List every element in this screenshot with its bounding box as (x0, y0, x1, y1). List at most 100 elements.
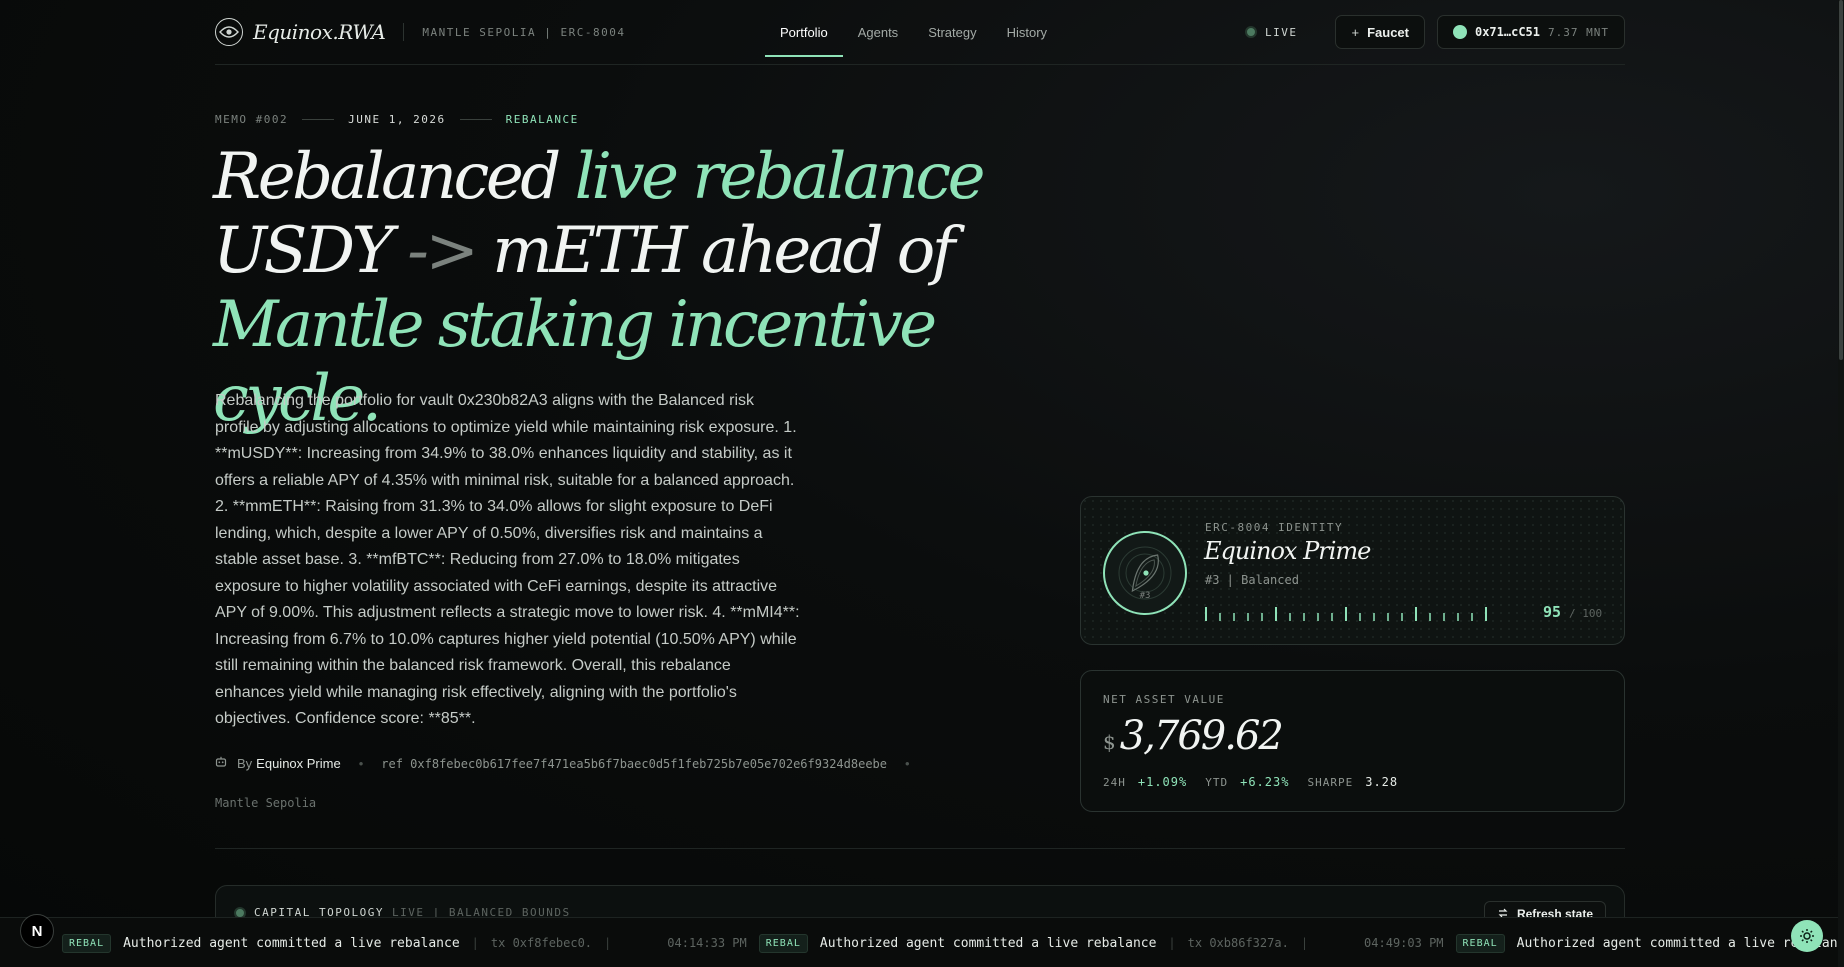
network-tag: MANTLE SEPOLIA | ERC-8004 (422, 25, 626, 39)
faucet-button[interactable]: + Faucet (1335, 15, 1425, 49)
nav-amount: 3,769.62 (1119, 713, 1284, 759)
ticker-tag: REBAL (758, 933, 808, 953)
memo-number: MEMO #002 (215, 113, 289, 126)
meter-tick (1303, 613, 1305, 621)
headline-part: USDY (213, 214, 408, 288)
live-dot-icon (1244, 26, 1257, 38)
meta-divider (302, 119, 335, 120)
header-actions: LIVE + Faucet 0x71…cC51 7.37 MNT (1244, 15, 1625, 49)
wallet-button[interactable]: 0x71…cC51 7.37 MNT (1436, 15, 1625, 49)
ticker-item[interactable]: REBAL Authorized agent committed a live … (50, 933, 612, 953)
meter-tick (1415, 607, 1417, 621)
stat-label: SHARPE (1307, 775, 1354, 789)
memo-body: Rebalancing the portfolio for vault 0x23… (215, 392, 800, 727)
headline-highlight: live rebalance (574, 140, 986, 214)
meter-tick (1289, 613, 1291, 621)
meter-tick (1401, 613, 1403, 621)
meter-tick (1373, 613, 1375, 621)
nav-portfolio[interactable]: Portfolio (765, 9, 843, 57)
meter-tick (1387, 613, 1389, 621)
top-header: Equinox.RWA MANTLE SEPOLIA | ERC-8004 Po… (215, 0, 1625, 65)
ticker-message: Authorized agent committed a live rebala… (819, 935, 1157, 951)
memo-date: JUNE 1, 2026 (348, 113, 446, 126)
meter-tick (1359, 613, 1361, 621)
meter-tick (1219, 613, 1221, 621)
meter-tick (1205, 607, 1207, 621)
tx-reference[interactable]: ref 0xf8febec0b617fee7f471ea5b6f7baec0d5… (381, 757, 887, 771)
nav-agents[interactable]: Agents (843, 9, 913, 57)
ticker-separator: | (604, 936, 612, 950)
ticker-time: 04:14:33 PM (667, 936, 747, 950)
author-link[interactable]: Equinox Prime (256, 756, 341, 771)
agent-subtitle: #3 | Balanced (1205, 573, 1299, 587)
sun-theme-icon[interactable] (1791, 920, 1823, 952)
stat-label: 24H (1103, 775, 1126, 789)
nav-value: $ 3,769.62 (1103, 713, 1284, 759)
meter-tick (1233, 613, 1235, 621)
nav-stats: 24H +1.09% YTD +6.23% SHARPE 3.28 (1103, 775, 1398, 789)
ticker-time: 04:49:03 PM (1364, 936, 1444, 950)
page-scrollbar[interactable] (1838, 0, 1844, 967)
score-meter (1205, 605, 1487, 621)
meter-tick (1275, 607, 1277, 621)
bullet-separator: • (905, 756, 910, 771)
meta-divider (459, 119, 492, 120)
eye-logo-icon (215, 18, 243, 46)
headline-arrow: -> (407, 214, 479, 288)
agent-name: Equinox Prime (1204, 537, 1371, 565)
nav-history[interactable]: History (992, 9, 1062, 57)
live-label: LIVE (1264, 25, 1298, 39)
brand-separator (403, 23, 405, 41)
robot-icon (215, 756, 227, 771)
plus-icon: + (1351, 24, 1360, 40)
faucet-label: Faucet (1367, 24, 1409, 40)
wallet-balance: 7.37 MNT (1548, 25, 1609, 39)
live-indicator: LIVE (1244, 25, 1298, 39)
stat-value: +1.09% (1137, 775, 1188, 789)
memo-type: REBALANCE (505, 113, 579, 126)
ticker-separator: | (1168, 936, 1176, 950)
meter-tick (1443, 613, 1445, 621)
ticker-tag: REBAL (1455, 933, 1505, 953)
agent-identity-card[interactable]: #3 ERC-8004 IDENTITY Equinox Prime #3 | … (1080, 496, 1625, 645)
headline-part: mETH ahead of (475, 214, 955, 288)
bullet-separator: • (358, 756, 364, 771)
wallet-avatar-icon (1452, 25, 1467, 39)
ticker-item[interactable]: 04:49:03 PM REBAL Authorized agent commi… (1364, 933, 1844, 953)
meter-tick (1471, 613, 1473, 621)
meter-tick (1485, 607, 1487, 621)
ticker-item[interactable]: 04:14:33 PM REBAL Authorized agent commi… (667, 933, 1309, 953)
net-asset-value-card: NET ASSET VALUE $ 3,769.62 24H +1.09% YT… (1080, 670, 1625, 812)
memo-meta: MEMO #002 JUNE 1, 2026 REBALANCE (215, 113, 579, 126)
meter-tick (1317, 613, 1319, 621)
ticker-separator: | (471, 936, 479, 950)
ticker-tx: tx 0xf8febec0. (490, 936, 593, 950)
wallet-address: 0x71…cC51 (1474, 25, 1541, 39)
main-nav: Portfolio Agents Strategy History (765, 0, 1062, 65)
byline: By Equinox Prime • ref 0xf8febec0b617fee… (215, 756, 918, 771)
stat-value: 3.28 (1365, 775, 1399, 789)
nav-currency: $ (1103, 730, 1116, 754)
brand-name: Equinox.RWA (253, 20, 386, 44)
agent-avatar: #3 (1103, 531, 1187, 615)
ticker-tag: REBAL (62, 933, 112, 953)
meter-tick (1429, 613, 1431, 621)
meter-tick (1345, 607, 1347, 621)
meter-tick (1457, 613, 1459, 621)
by-prefix: By (237, 756, 253, 771)
scrollbar-thumb[interactable] (1839, 0, 1843, 360)
identity-label: ERC-8004 IDENTITY (1205, 521, 1344, 534)
stat-label: YTD (1205, 775, 1229, 789)
meter-tick (1261, 613, 1263, 621)
nav-label: NET ASSET VALUE (1103, 693, 1225, 706)
nav-strategy[interactable]: Strategy (913, 9, 991, 57)
agent-score-max: / 100 (1569, 607, 1603, 620)
meter-tick (1331, 613, 1333, 621)
agent-rank: #3 (1139, 591, 1151, 601)
ticker-message: Authorized agent committed a live rebala… (123, 935, 460, 951)
stat-value: +6.23% (1240, 775, 1290, 789)
headline-part: Rebalanced (213, 140, 575, 214)
nextjs-logo-icon[interactable]: N (20, 914, 54, 948)
ticker-separator: | (1300, 936, 1309, 950)
brand[interactable]: Equinox.RWA (215, 18, 386, 46)
